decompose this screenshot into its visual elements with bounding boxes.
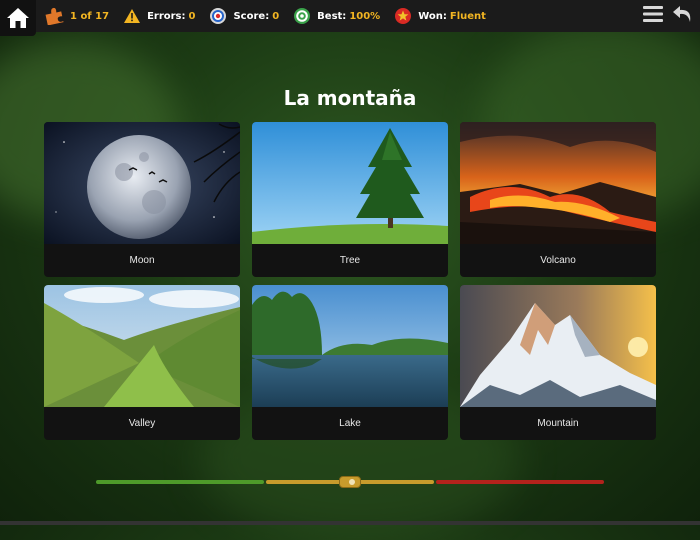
puzzle-icon bbox=[44, 7, 64, 25]
answer-card-tree[interactable]: Tree bbox=[252, 122, 448, 277]
lake-image bbox=[252, 285, 448, 407]
errors-label: Errors: bbox=[147, 10, 186, 22]
best-value: 100% bbox=[349, 10, 381, 22]
progress-stat: 1 of 17 bbox=[44, 7, 109, 25]
errors-stat: Errors: 0 bbox=[123, 8, 195, 24]
progress-value: 1 of 17 bbox=[70, 10, 110, 22]
speed-slider[interactable] bbox=[96, 476, 604, 488]
home-button[interactable] bbox=[0, 0, 36, 36]
volcano-image bbox=[460, 122, 656, 244]
answer-label: Moon bbox=[129, 255, 155, 266]
warning-icon bbox=[123, 8, 141, 24]
target-icon bbox=[209, 7, 227, 25]
back-button[interactable] bbox=[672, 4, 694, 24]
bottom-strip bbox=[0, 521, 700, 525]
answer-label: Tree bbox=[339, 255, 361, 266]
score-stat: Score: 0 bbox=[209, 7, 279, 25]
star-badge-icon bbox=[394, 7, 412, 25]
answer-label: Mountain bbox=[537, 418, 579, 429]
slider-red-segment bbox=[436, 480, 604, 484]
score-label: Score: bbox=[233, 10, 270, 22]
answer-label: Valley bbox=[128, 418, 156, 429]
valley-image bbox=[44, 285, 240, 407]
won-value: Fluent bbox=[449, 10, 486, 22]
home-icon bbox=[7, 8, 29, 28]
answer-card-mountain[interactable]: Mountain bbox=[460, 285, 656, 440]
best-label: Best: bbox=[317, 10, 347, 22]
score-value: 0 bbox=[272, 10, 280, 22]
slider-thumb[interactable] bbox=[339, 476, 361, 488]
top-bar: 1 of 17 Errors: 0 Score: 0 Best: 100% Wo… bbox=[0, 0, 700, 36]
won-stat: Won: Fluent bbox=[394, 7, 486, 25]
won-label: Won: bbox=[418, 10, 447, 22]
question-title: La montaña bbox=[283, 86, 417, 110]
answer-label: Lake bbox=[339, 418, 361, 429]
menu-button[interactable] bbox=[642, 4, 664, 24]
slider-green-segment bbox=[96, 480, 264, 484]
bullseye-icon bbox=[293, 7, 311, 25]
undo-arrow-icon bbox=[673, 6, 691, 22]
mountain-image bbox=[460, 285, 656, 407]
tree-image bbox=[252, 122, 448, 244]
answer-label: Volcano bbox=[540, 255, 576, 266]
answer-card-moon[interactable]: Moon bbox=[44, 122, 240, 277]
answer-card-lake[interactable]: Lake bbox=[252, 285, 448, 440]
hamburger-menu-icon bbox=[643, 6, 663, 22]
best-stat: Best: 100% bbox=[293, 7, 380, 25]
errors-value: 0 bbox=[188, 10, 196, 22]
answer-card-valley[interactable]: Valley bbox=[44, 285, 240, 440]
answer-card-volcano[interactable]: Volcano bbox=[460, 122, 656, 277]
moon-image bbox=[44, 122, 240, 244]
